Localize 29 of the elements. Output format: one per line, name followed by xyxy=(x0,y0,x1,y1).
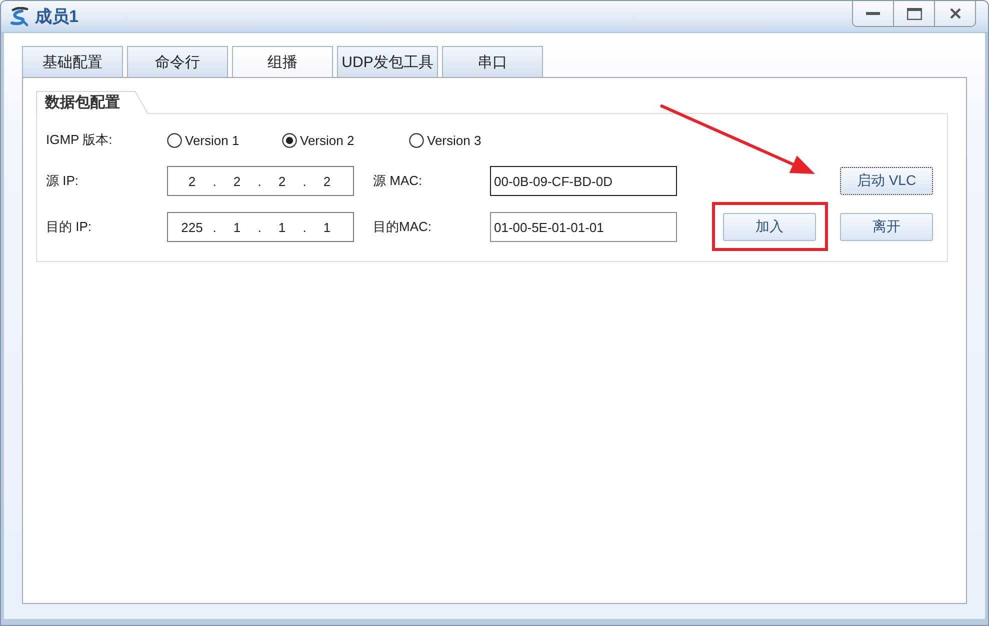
tab[interactable]: 串口 xyxy=(442,46,543,77)
window-title: 成员1 xyxy=(35,6,78,28)
mac-address-field[interactable]: 01-00-5E-01-01-01 xyxy=(490,212,677,242)
version-radio[interactable]: Version 2 xyxy=(282,132,354,148)
mac-label: 源 MAC: xyxy=(373,172,424,190)
version-radio[interactable]: Version 3 xyxy=(409,132,482,148)
ip-label: 目的 IP: xyxy=(46,218,93,236)
tab[interactable]: 基础配置 xyxy=(22,46,123,77)
maximize-button[interactable] xyxy=(893,1,935,27)
close-icon xyxy=(950,8,960,19)
mac-address-field[interactable]: 00-0B-09-CF-BD-0D xyxy=(490,166,677,196)
minimize-button[interactable] xyxy=(852,1,894,27)
version-radio[interactable]: Version 1 xyxy=(167,132,240,148)
tab[interactable]: 命令行 xyxy=(127,46,228,77)
tab[interactable]: 组播 xyxy=(232,46,333,77)
ip-label: 源 IP: xyxy=(46,172,80,190)
leave-button[interactable]: 离开 xyxy=(840,213,933,241)
close-button[interactable] xyxy=(934,1,976,27)
join-button[interactable]: 加入 xyxy=(723,213,816,241)
ip-address-field[interactable]: 225 . 1 . 1 . 1 xyxy=(167,212,354,242)
maximize-icon xyxy=(906,8,922,20)
minimize-icon xyxy=(866,12,880,15)
app-icon xyxy=(10,6,29,26)
mac-label: 目的MAC: xyxy=(373,218,432,236)
start-vlc-button[interactable]: 启动 VLC xyxy=(840,167,933,195)
ip-address-field[interactable]: 2 . 2 . 2 . 2 xyxy=(167,166,354,196)
tab[interactable]: UDP发包工具 xyxy=(337,46,438,77)
group-title: 数据包配置 xyxy=(36,91,148,114)
igmp-version-label: IGMP 版本: xyxy=(46,131,114,149)
